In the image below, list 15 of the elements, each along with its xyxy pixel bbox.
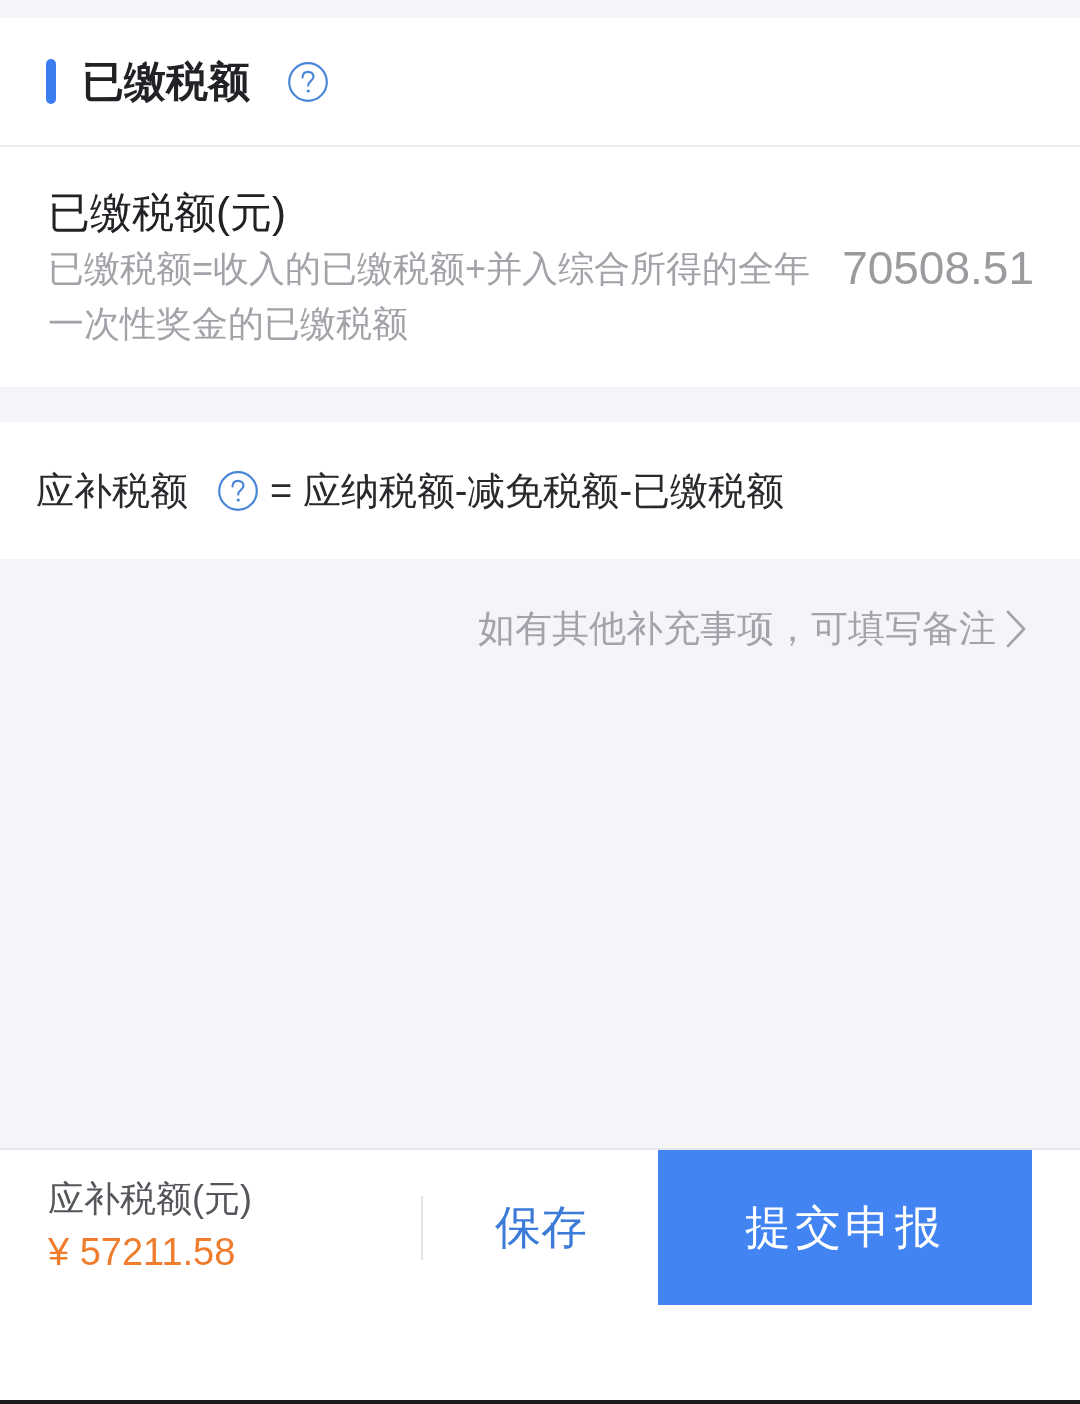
help-icon[interactable] [218, 470, 258, 511]
submit-button[interactable]: 提交申报 [658, 1150, 1032, 1305]
field-description: 已缴税额=收入的已缴税额+并入综合所得的全年一次性奖金的已缴税额 [48, 247, 812, 346]
accent-bar [46, 59, 56, 104]
summary-label: 应补税额(元) [48, 1176, 253, 1221]
save-button[interactable]: 保存 [423, 1177, 658, 1278]
formula-text: = 应纳税额-减免税额-已缴税额 [270, 468, 785, 514]
section-title: 已缴税额 [82, 56, 250, 107]
field-label: 已缴税额(元) [48, 188, 287, 238]
chevron-right-icon [1006, 610, 1026, 648]
remark-link[interactable]: 如有其他补充事项，可填写备注 [478, 603, 1026, 655]
field-label: 应补税额 [36, 468, 188, 514]
summary-amount: ¥ 57211.58 [48, 1229, 237, 1275]
field-value: 70508.51 [842, 241, 1034, 296]
help-icon[interactable] [288, 61, 328, 102]
